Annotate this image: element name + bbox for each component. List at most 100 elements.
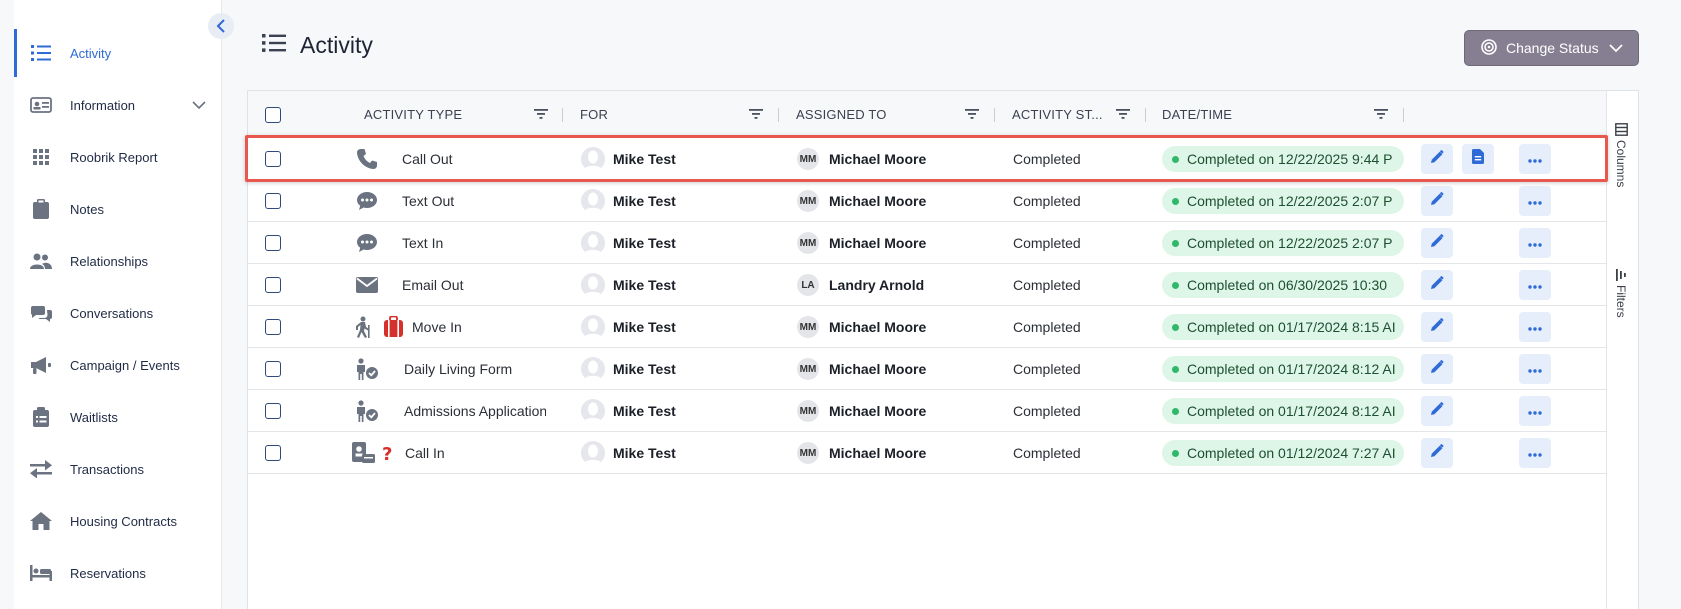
assigned-cell[interactable]: MM Michael Moore xyxy=(797,390,926,432)
assigned-cell[interactable]: MM Michael Moore xyxy=(797,432,926,474)
filter-icon[interactable] xyxy=(1374,107,1388,125)
table-row[interactable]: Admissions Application Mike Test MM Michael… xyxy=(248,390,1608,432)
assigned-cell[interactable]: LA Landry Arnold xyxy=(797,264,924,306)
sidebar-item-campaign-events[interactable]: Campaign / Events xyxy=(14,339,222,391)
pencil-icon xyxy=(1430,401,1444,421)
assigned-cell[interactable]: MM Michael Moore xyxy=(797,138,926,180)
more-actions-button[interactable] xyxy=(1519,186,1551,216)
row-checkbox[interactable] xyxy=(265,403,281,419)
assigned-cell[interactable]: MM Michael Moore xyxy=(797,180,926,222)
status-dot xyxy=(1172,449,1179,457)
activity-type-label: Move In xyxy=(412,319,462,335)
assigned-name: Michael Moore xyxy=(829,445,927,461)
filter-icon[interactable] xyxy=(965,107,979,125)
for-cell[interactable]: Mike Test xyxy=(581,432,676,474)
column-divider[interactable] xyxy=(994,108,995,122)
sidebar-collapse-button[interactable] xyxy=(208,13,234,39)
for-name: Mike Test xyxy=(613,193,676,209)
assigned-name: Michael Moore xyxy=(829,319,927,335)
change-status-button[interactable]: Change Status xyxy=(1464,30,1639,66)
column-header-activity-type[interactable]: ACTIVITY TYPE xyxy=(364,91,462,138)
sidebar-item-roobrik-report[interactable]: Roobrik Report xyxy=(14,131,222,183)
table-row[interactable]: Email Out Mike Test LA Landry Arnold Complet… xyxy=(248,264,1608,306)
column-header-assigned-to[interactable]: ASSIGNED TO xyxy=(796,91,887,138)
sidebar-item-label: Relationships xyxy=(70,253,149,269)
edit-button[interactable] xyxy=(1421,354,1453,384)
columns-panel-toggle[interactable]: Columns xyxy=(1614,123,1628,187)
more-actions-button[interactable] xyxy=(1519,270,1551,300)
sidebar-item-relationships[interactable]: Relationships xyxy=(14,235,222,287)
more-actions-button[interactable] xyxy=(1519,228,1551,258)
more-actions-button[interactable] xyxy=(1519,354,1551,384)
table-row[interactable]: Call Out Mike Test MM Michael Moore Complete… xyxy=(248,138,1608,180)
pencil-icon xyxy=(1430,149,1444,169)
more-actions-button[interactable] xyxy=(1519,396,1551,426)
row-checkbox[interactable] xyxy=(265,151,281,167)
column-divider[interactable] xyxy=(778,108,779,122)
row-checkbox[interactable] xyxy=(265,277,281,293)
column-header-for[interactable]: FOR xyxy=(580,91,608,138)
sidebar-item-label: Housing Contracts xyxy=(70,513,177,529)
row-checkbox[interactable] xyxy=(265,361,281,377)
document-button[interactable] xyxy=(1462,144,1494,174)
column-header-date-time[interactable]: DATE/TIME xyxy=(1162,91,1232,138)
edit-button[interactable] xyxy=(1421,312,1453,342)
row-checkbox[interactable] xyxy=(265,193,281,209)
sidebar-item-waitlists[interactable]: Waitlists xyxy=(14,391,222,443)
table-row[interactable]: Text In Mike Test MM Michael Moore Completed… xyxy=(248,222,1608,264)
sidebar-item-reservations[interactable]: Reservations xyxy=(14,547,222,599)
contact-question-icon: ? xyxy=(352,432,400,474)
filter-icon[interactable] xyxy=(749,107,763,125)
sidebar-item-notes[interactable]: Notes xyxy=(14,183,222,235)
for-cell[interactable]: Mike Test xyxy=(581,348,676,390)
assigned-cell[interactable]: MM Michael Moore xyxy=(797,306,926,348)
for-cell[interactable]: Mike Test xyxy=(581,180,676,222)
for-cell[interactable]: Mike Test xyxy=(581,138,676,180)
for-cell[interactable]: Mike Test xyxy=(581,306,676,348)
sidebar-item-conversations[interactable]: Conversations xyxy=(14,287,222,339)
filter-icon xyxy=(1614,269,1628,281)
for-cell[interactable]: Mike Test xyxy=(581,390,676,432)
edit-button[interactable] xyxy=(1421,144,1453,174)
select-all-checkbox[interactable] xyxy=(265,106,281,123)
row-checkbox[interactable] xyxy=(265,235,281,251)
edit-button[interactable] xyxy=(1421,396,1453,426)
edit-button[interactable] xyxy=(1421,270,1453,300)
more-actions-button[interactable] xyxy=(1519,144,1551,174)
sidebar-item-transactions[interactable]: Transactions xyxy=(14,443,222,495)
chat-bubble-icon xyxy=(356,222,378,264)
sidebar-item-housing-contracts[interactable]: Housing Contracts xyxy=(14,495,222,547)
assigned-cell[interactable]: MM Michael Moore xyxy=(797,222,926,264)
column-divider[interactable] xyxy=(1145,108,1146,122)
completed-date: Completed on 01/17/2024 8:15 AI xyxy=(1187,319,1396,335)
table-row[interactable]: Daily Living Form Mike Test MM Michael Moor… xyxy=(248,348,1608,390)
table-row[interactable]: Move In Mike Test MM Michael Moore Completed… xyxy=(248,306,1608,348)
person-check-icon xyxy=(354,390,380,432)
clipboard-icon xyxy=(30,198,52,220)
sidebar-item-information[interactable]: Information xyxy=(14,79,222,131)
assigned-cell[interactable]: MM Michael Moore xyxy=(797,348,926,390)
column-header-activity-status[interactable]: ACTIVITY ST... xyxy=(1012,91,1103,138)
filter-icon[interactable] xyxy=(1116,107,1130,125)
column-divider[interactable] xyxy=(562,108,563,122)
table-row[interactable]: ? Call In Mike Test MM Michael Moore Complete… xyxy=(248,432,1608,474)
filter-icon[interactable] xyxy=(534,107,548,125)
row-checkbox[interactable] xyxy=(265,445,281,461)
table-row[interactable]: Text Out Mike Test MM Michael Moore Complete… xyxy=(248,180,1608,222)
person-check-icon xyxy=(354,348,380,390)
chevron-down-icon[interactable] xyxy=(192,98,206,113)
edit-button[interactable] xyxy=(1421,186,1453,216)
columns-label: Columns xyxy=(1614,140,1628,188)
edit-button[interactable] xyxy=(1421,438,1453,468)
edit-button[interactable] xyxy=(1421,228,1453,258)
for-name: Mike Test xyxy=(613,361,676,377)
for-cell[interactable]: Mike Test xyxy=(581,222,676,264)
more-actions-button[interactable] xyxy=(1519,312,1551,342)
more-actions-button[interactable] xyxy=(1519,438,1551,468)
filters-panel-toggle[interactable]: Filters xyxy=(1614,269,1628,318)
status-dot xyxy=(1172,365,1179,373)
column-divider[interactable] xyxy=(1403,108,1404,122)
sidebar-item-activity[interactable]: Activity xyxy=(14,27,222,79)
row-checkbox[interactable] xyxy=(265,319,281,335)
for-cell[interactable]: Mike Test xyxy=(581,264,676,306)
